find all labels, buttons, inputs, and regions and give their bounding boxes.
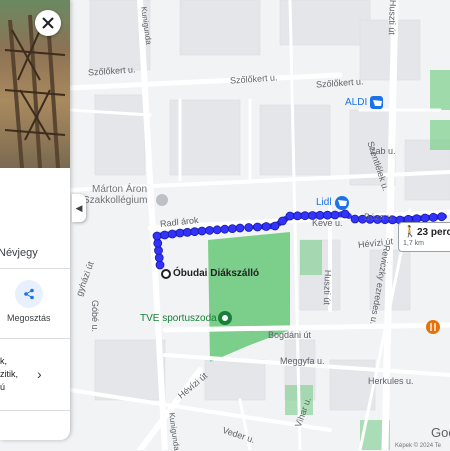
route-distance: 1,7 km [403, 240, 425, 247]
route-dot [175, 228, 185, 238]
route-dot [155, 260, 165, 270]
street-label: Búza u. [364, 212, 395, 222]
poi-obudai-diakszallo[interactable]: Óbudai Diákszálló [173, 268, 259, 279]
chevron-right-icon: › [37, 366, 42, 382]
route-dot [197, 226, 207, 236]
school-pin-icon [156, 194, 168, 206]
route-dot [340, 209, 350, 219]
route-dot [154, 253, 164, 263]
street-label: Góbé u. [90, 300, 100, 333]
route-dot [420, 213, 430, 223]
copyright-text: Képek © 2024 Te [395, 443, 442, 449]
street-label: Huszti út [386, 0, 398, 35]
route-dot [437, 212, 447, 222]
route-time: 23 perc [417, 227, 450, 238]
route-dot [205, 225, 215, 235]
poi-lidl[interactable]: Lidl [316, 197, 332, 208]
restaurant-pin-icon [426, 320, 440, 334]
street-label: Herkules u. [368, 376, 414, 386]
walking-icon: 🚶 [403, 226, 417, 238]
share-label[interactable]: Megosztás [7, 313, 51, 323]
route-dot [227, 224, 237, 234]
route-dot [300, 211, 310, 221]
route-dot [293, 211, 302, 221]
route-dot [152, 231, 162, 241]
street-label: Bogdáni út [268, 330, 312, 340]
route-dot [154, 246, 163, 255]
info-line: zitik, [0, 369, 18, 379]
info-row[interactable]: k, zitik, ú › [0, 350, 70, 410]
route-dot [253, 222, 262, 232]
route-dot [261, 222, 271, 231]
route-dot [167, 229, 177, 239]
route-dot [220, 224, 230, 234]
google-attribution: Goo [431, 425, 450, 440]
street-label: Keve u. [312, 218, 343, 228]
info-line: k, [0, 356, 8, 366]
start-marker [161, 269, 171, 279]
about-tab[interactable]: Névjegy [0, 247, 38, 259]
divider [0, 410, 70, 411]
route-dot [428, 212, 438, 222]
close-icon [42, 17, 54, 29]
chevron-left-icon: ◀ [75, 202, 83, 213]
route-dot [285, 211, 295, 221]
share-icon [24, 288, 34, 300]
route-dot [153, 238, 163, 248]
route-dot [190, 227, 200, 237]
route-dot [212, 225, 222, 235]
street-label: Meggyfa u. [280, 356, 325, 366]
info-line: ú [0, 382, 6, 392]
divider [0, 338, 70, 339]
lidl-pin-icon [335, 196, 349, 210]
swimming-pin-icon [218, 311, 232, 325]
poi-szakk[interactable]: Szakkollégium [83, 195, 147, 206]
route-dot [278, 216, 287, 226]
route-dot [244, 223, 254, 232]
route-dot [270, 221, 280, 231]
poi-aldi[interactable]: ALDI [345, 97, 367, 108]
share-button[interactable] [15, 280, 43, 308]
route-dot [182, 227, 192, 237]
route-dot [160, 230, 170, 240]
poi-marton[interactable]: Márton Áron [92, 184, 147, 195]
tab-underline [0, 268, 70, 269]
close-button[interactable] [35, 10, 61, 36]
poi-tve-sportuszoda[interactable]: TVE sportuszoda [140, 313, 217, 324]
route-dot [350, 214, 360, 224]
collapse-panel-button[interactable]: ◀ [72, 194, 86, 222]
street-label: Huszti út [321, 269, 333, 305]
route-duration-tooltip[interactable]: 🚶 23 perc 1,7 km [398, 222, 450, 252]
place-side-panel: Névjegy Megosztás k, zitik, ú › [0, 0, 70, 440]
aldi-pin-icon [370, 96, 383, 109]
route-dot [235, 223, 245, 233]
